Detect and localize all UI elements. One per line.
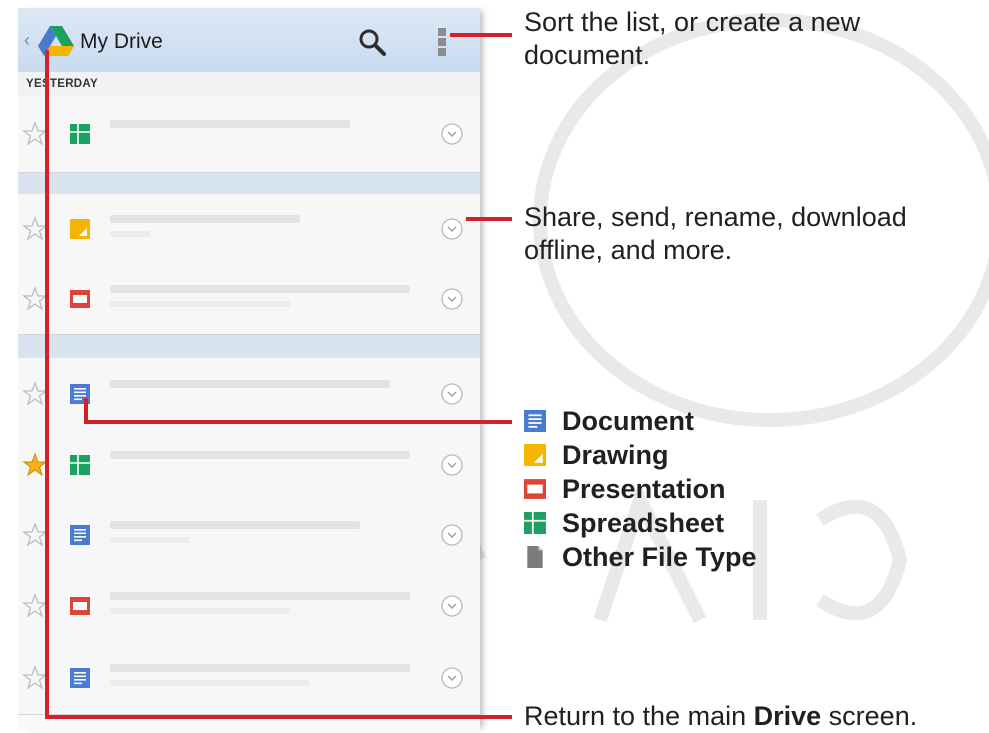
presentation-icon — [524, 478, 546, 500]
list-section-divider — [18, 334, 480, 360]
legend-item: Presentation — [524, 472, 824, 506]
more-options-icon[interactable] — [440, 217, 464, 241]
callout-line-legend-h — [84, 420, 512, 424]
search-icon[interactable] — [358, 28, 386, 56]
file-name-placeholder — [110, 451, 410, 459]
presentation-icon — [70, 596, 90, 616]
list-section-divider — [18, 172, 480, 196]
more-options-icon[interactable] — [440, 287, 464, 311]
file-name-placeholder — [110, 521, 360, 529]
legend-label: Presentation — [562, 474, 726, 504]
file-meta-placeholder — [110, 301, 290, 307]
drawing-icon — [524, 444, 546, 466]
document-icon — [70, 668, 90, 688]
more-options-icon[interactable] — [440, 453, 464, 477]
file-row[interactable] — [18, 194, 480, 265]
file-name-placeholder — [110, 592, 410, 600]
file-name-placeholder — [110, 285, 410, 293]
callout-line-legend-v — [84, 398, 88, 422]
section-header: YESTERDAY — [18, 72, 480, 97]
drive-logo-icon[interactable] — [38, 26, 74, 56]
action-bar: ‹ My Drive — [18, 8, 480, 73]
file-row[interactable] — [18, 642, 480, 715]
back-chevron-icon[interactable]: ‹ — [24, 30, 30, 51]
file-name-placeholder — [110, 380, 390, 388]
spreadsheet-icon — [70, 455, 90, 475]
drawing-icon — [70, 219, 90, 239]
drive-app-screen: ‹ My Drive YESTERDAY — [18, 8, 480, 731]
file-name-placeholder — [110, 215, 300, 223]
callout-line-menu — [450, 33, 512, 37]
legend-item: Drawing — [524, 438, 824, 472]
legend-item: Document — [524, 404, 824, 438]
callout-more-text: Share, send, rename, download offline, a… — [524, 202, 907, 265]
more-options-icon[interactable] — [440, 122, 464, 146]
file-row[interactable] — [18, 500, 480, 571]
file-name-placeholder — [110, 120, 350, 128]
callout-line-return-v — [45, 50, 49, 718]
callout-line-more — [466, 217, 512, 221]
legend-label: Other File Type — [562, 542, 757, 572]
section-label: YESTERDAY — [26, 78, 98, 90]
overflow-menu-icon[interactable] — [436, 26, 448, 58]
legend-label: Drawing — [562, 440, 669, 470]
more-options-icon[interactable] — [440, 523, 464, 547]
more-options-icon[interactable] — [440, 382, 464, 406]
callout-return-text: Return to the main Drive screen. — [524, 701, 918, 731]
file-row[interactable] — [18, 96, 480, 173]
file-row[interactable] — [18, 264, 480, 335]
callout-menu-text: Sort the list, or create a new document. — [524, 7, 861, 70]
callout-line-return-h — [45, 715, 512, 719]
more-options-icon[interactable] — [440, 666, 464, 690]
file-meta-placeholder — [110, 231, 150, 237]
page-title: My Drive — [80, 30, 163, 53]
more-options-icon[interactable] — [440, 594, 464, 618]
spreadsheet-icon — [70, 124, 90, 144]
legend-label: Spreadsheet — [562, 508, 725, 538]
legend-label: Document — [562, 406, 695, 436]
file-meta-placeholder — [110, 608, 290, 614]
other-file-icon — [524, 546, 546, 568]
spreadsheet-icon — [524, 512, 546, 534]
document-icon — [70, 525, 90, 545]
legend-item: Other File Type — [524, 540, 824, 574]
file-name-placeholder — [110, 664, 410, 672]
file-meta-placeholder — [110, 537, 190, 543]
legend-item: Spreadsheet — [524, 506, 824, 540]
presentation-icon — [70, 289, 90, 309]
file-row[interactable] — [18, 430, 480, 501]
document-icon — [524, 410, 546, 432]
file-row[interactable] — [18, 570, 480, 643]
file-meta-placeholder — [110, 680, 310, 686]
